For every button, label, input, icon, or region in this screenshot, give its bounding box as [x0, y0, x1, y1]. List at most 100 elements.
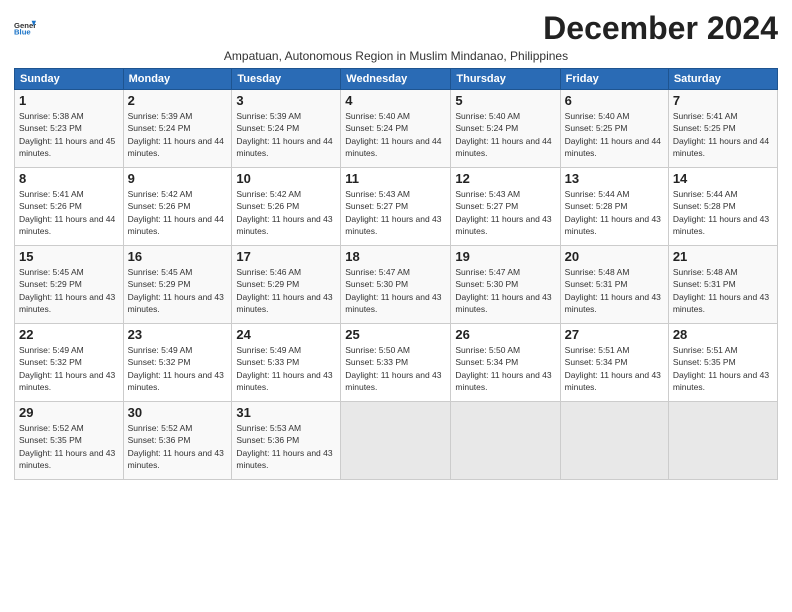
- calendar-cell: 13 Sunrise: 5:44 AM Sunset: 5:28 PM Dayl…: [560, 168, 668, 246]
- day-info: Sunrise: 5:43 AM Sunset: 5:27 PM Dayligh…: [455, 188, 555, 237]
- day-info: Sunrise: 5:39 AM Sunset: 5:24 PM Dayligh…: [128, 110, 228, 159]
- calendar-cell: 31 Sunrise: 5:53 AM Sunset: 5:36 PM Dayl…: [232, 402, 341, 480]
- day-info: Sunrise: 5:45 AM Sunset: 5:29 PM Dayligh…: [19, 266, 119, 315]
- day-info: Sunrise: 5:52 AM Sunset: 5:35 PM Dayligh…: [19, 422, 119, 471]
- day-number: 26: [455, 327, 555, 342]
- col-saturday: Saturday: [668, 69, 777, 90]
- day-info: Sunrise: 5:50 AM Sunset: 5:33 PM Dayligh…: [345, 344, 446, 393]
- day-number: 30: [128, 405, 228, 420]
- calendar-cell: 5 Sunrise: 5:40 AM Sunset: 5:24 PM Dayli…: [451, 90, 560, 168]
- col-friday: Friday: [560, 69, 668, 90]
- calendar-cell: 29 Sunrise: 5:52 AM Sunset: 5:35 PM Dayl…: [15, 402, 124, 480]
- calendar-week-row: 22 Sunrise: 5:49 AM Sunset: 5:32 PM Dayl…: [15, 324, 778, 402]
- calendar-cell: 4 Sunrise: 5:40 AM Sunset: 5:24 PM Dayli…: [341, 90, 451, 168]
- day-number: 16: [128, 249, 228, 264]
- day-number: 2: [128, 93, 228, 108]
- day-number: 5: [455, 93, 555, 108]
- day-info: Sunrise: 5:46 AM Sunset: 5:29 PM Dayligh…: [236, 266, 336, 315]
- day-info: Sunrise: 5:45 AM Sunset: 5:29 PM Dayligh…: [128, 266, 228, 315]
- day-number: 20: [565, 249, 664, 264]
- day-info: Sunrise: 5:44 AM Sunset: 5:28 PM Dayligh…: [565, 188, 664, 237]
- col-wednesday: Wednesday: [341, 69, 451, 90]
- day-number: 17: [236, 249, 336, 264]
- month-title: December 2024: [543, 10, 778, 47]
- calendar-cell: 18 Sunrise: 5:47 AM Sunset: 5:30 PM Dayl…: [341, 246, 451, 324]
- calendar-cell: 23 Sunrise: 5:49 AM Sunset: 5:32 PM Dayl…: [123, 324, 232, 402]
- day-number: 8: [19, 171, 119, 186]
- day-info: Sunrise: 5:49 AM Sunset: 5:32 PM Dayligh…: [19, 344, 119, 393]
- day-number: 28: [673, 327, 773, 342]
- day-info: Sunrise: 5:40 AM Sunset: 5:24 PM Dayligh…: [345, 110, 446, 159]
- calendar-cell: 1 Sunrise: 5:38 AM Sunset: 5:23 PM Dayli…: [15, 90, 124, 168]
- day-info: Sunrise: 5:47 AM Sunset: 5:30 PM Dayligh…: [345, 266, 446, 315]
- page: General Blue December 2024 Ampatuan, Aut…: [0, 0, 792, 612]
- col-monday: Monday: [123, 69, 232, 90]
- day-number: 14: [673, 171, 773, 186]
- calendar-cell: 21 Sunrise: 5:48 AM Sunset: 5:31 PM Dayl…: [668, 246, 777, 324]
- col-sunday: Sunday: [15, 69, 124, 90]
- day-number: 22: [19, 327, 119, 342]
- calendar-cell: 16 Sunrise: 5:45 AM Sunset: 5:29 PM Dayl…: [123, 246, 232, 324]
- logo-icon: General Blue: [14, 18, 36, 40]
- calendar-week-row: 15 Sunrise: 5:45 AM Sunset: 5:29 PM Dayl…: [15, 246, 778, 324]
- calendar-week-row: 29 Sunrise: 5:52 AM Sunset: 5:35 PM Dayl…: [15, 402, 778, 480]
- day-info: Sunrise: 5:40 AM Sunset: 5:24 PM Dayligh…: [455, 110, 555, 159]
- header: General Blue December 2024: [14, 10, 778, 47]
- calendar-cell: 20 Sunrise: 5:48 AM Sunset: 5:31 PM Dayl…: [560, 246, 668, 324]
- day-number: 4: [345, 93, 446, 108]
- calendar-cell: 8 Sunrise: 5:41 AM Sunset: 5:26 PM Dayli…: [15, 168, 124, 246]
- calendar-cell: 14 Sunrise: 5:44 AM Sunset: 5:28 PM Dayl…: [668, 168, 777, 246]
- day-number: 21: [673, 249, 773, 264]
- calendar-cell: [451, 402, 560, 480]
- day-number: 11: [345, 171, 446, 186]
- day-number: 23: [128, 327, 228, 342]
- day-info: Sunrise: 5:51 AM Sunset: 5:35 PM Dayligh…: [673, 344, 773, 393]
- day-number: 19: [455, 249, 555, 264]
- day-info: Sunrise: 5:48 AM Sunset: 5:31 PM Dayligh…: [673, 266, 773, 315]
- subtitle: Ampatuan, Autonomous Region in Muslim Mi…: [14, 49, 778, 63]
- day-number: 31: [236, 405, 336, 420]
- day-info: Sunrise: 5:47 AM Sunset: 5:30 PM Dayligh…: [455, 266, 555, 315]
- calendar-cell: 30 Sunrise: 5:52 AM Sunset: 5:36 PM Dayl…: [123, 402, 232, 480]
- svg-text:Blue: Blue: [14, 27, 31, 36]
- day-info: Sunrise: 5:40 AM Sunset: 5:25 PM Dayligh…: [565, 110, 664, 159]
- calendar-cell: 2 Sunrise: 5:39 AM Sunset: 5:24 PM Dayli…: [123, 90, 232, 168]
- day-number: 9: [128, 171, 228, 186]
- day-number: 18: [345, 249, 446, 264]
- calendar-cell: [668, 402, 777, 480]
- calendar-cell: 10 Sunrise: 5:42 AM Sunset: 5:26 PM Dayl…: [232, 168, 341, 246]
- calendar-cell: [341, 402, 451, 480]
- day-info: Sunrise: 5:38 AM Sunset: 5:23 PM Dayligh…: [19, 110, 119, 159]
- day-info: Sunrise: 5:50 AM Sunset: 5:34 PM Dayligh…: [455, 344, 555, 393]
- day-info: Sunrise: 5:49 AM Sunset: 5:32 PM Dayligh…: [128, 344, 228, 393]
- day-number: 15: [19, 249, 119, 264]
- day-info: Sunrise: 5:49 AM Sunset: 5:33 PM Dayligh…: [236, 344, 336, 393]
- day-info: Sunrise: 5:41 AM Sunset: 5:26 PM Dayligh…: [19, 188, 119, 237]
- calendar-cell: 19 Sunrise: 5:47 AM Sunset: 5:30 PM Dayl…: [451, 246, 560, 324]
- day-number: 25: [345, 327, 446, 342]
- col-tuesday: Tuesday: [232, 69, 341, 90]
- calendar-cell: 15 Sunrise: 5:45 AM Sunset: 5:29 PM Dayl…: [15, 246, 124, 324]
- day-number: 27: [565, 327, 664, 342]
- calendar-cell: 3 Sunrise: 5:39 AM Sunset: 5:24 PM Dayli…: [232, 90, 341, 168]
- calendar-week-row: 8 Sunrise: 5:41 AM Sunset: 5:26 PM Dayli…: [15, 168, 778, 246]
- day-info: Sunrise: 5:53 AM Sunset: 5:36 PM Dayligh…: [236, 422, 336, 471]
- day-info: Sunrise: 5:52 AM Sunset: 5:36 PM Dayligh…: [128, 422, 228, 471]
- calendar-cell: 17 Sunrise: 5:46 AM Sunset: 5:29 PM Dayl…: [232, 246, 341, 324]
- day-info: Sunrise: 5:42 AM Sunset: 5:26 PM Dayligh…: [236, 188, 336, 237]
- calendar-cell: 11 Sunrise: 5:43 AM Sunset: 5:27 PM Dayl…: [341, 168, 451, 246]
- day-info: Sunrise: 5:43 AM Sunset: 5:27 PM Dayligh…: [345, 188, 446, 237]
- day-number: 10: [236, 171, 336, 186]
- day-info: Sunrise: 5:41 AM Sunset: 5:25 PM Dayligh…: [673, 110, 773, 159]
- calendar-cell: 28 Sunrise: 5:51 AM Sunset: 5:35 PM Dayl…: [668, 324, 777, 402]
- calendar-cell: 27 Sunrise: 5:51 AM Sunset: 5:34 PM Dayl…: [560, 324, 668, 402]
- calendar-cell: 12 Sunrise: 5:43 AM Sunset: 5:27 PM Dayl…: [451, 168, 560, 246]
- day-number: 3: [236, 93, 336, 108]
- logo: General Blue: [14, 18, 36, 40]
- calendar-cell: 9 Sunrise: 5:42 AM Sunset: 5:26 PM Dayli…: [123, 168, 232, 246]
- day-info: Sunrise: 5:48 AM Sunset: 5:31 PM Dayligh…: [565, 266, 664, 315]
- day-number: 13: [565, 171, 664, 186]
- calendar-cell: 26 Sunrise: 5:50 AM Sunset: 5:34 PM Dayl…: [451, 324, 560, 402]
- day-number: 12: [455, 171, 555, 186]
- calendar-cell: 25 Sunrise: 5:50 AM Sunset: 5:33 PM Dayl…: [341, 324, 451, 402]
